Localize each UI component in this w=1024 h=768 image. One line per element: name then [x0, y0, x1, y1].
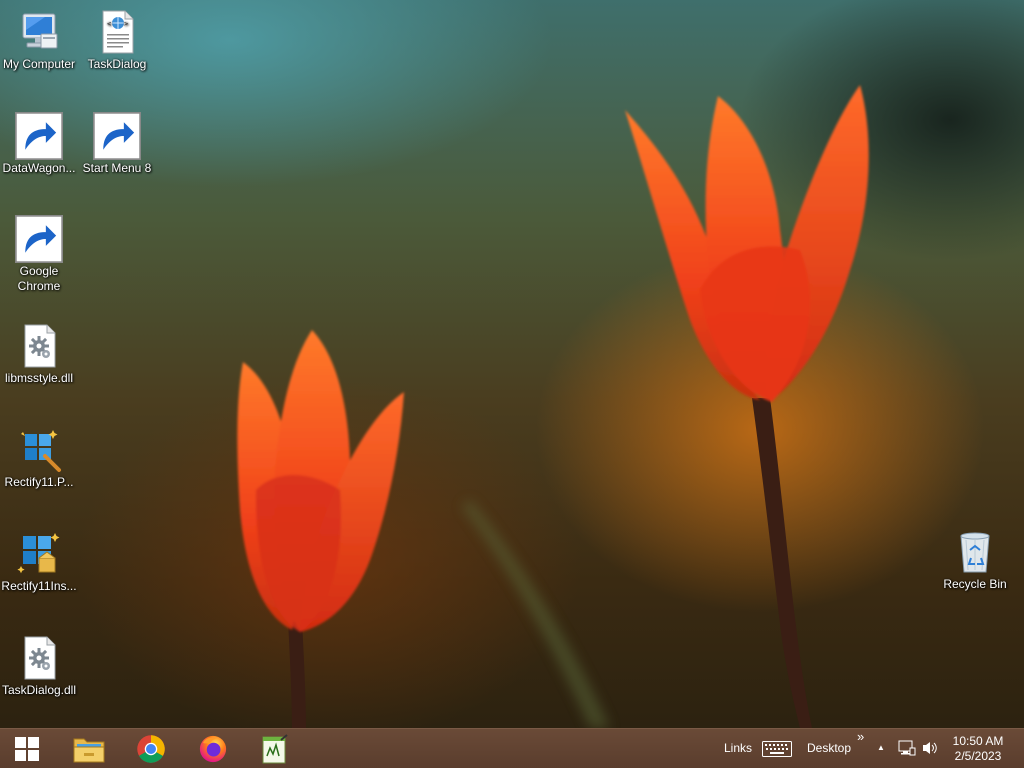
desktop-icon-label: Google Chrome — [17, 264, 61, 293]
desktop-toolbar[interactable]: Desktop — [807, 741, 851, 755]
desktop-icon-label: Rectify11Ins... — [1, 579, 77, 593]
datawagon-icon — [15, 112, 63, 160]
desktop-icon-datawagon[interactable]: DataWagon... — [0, 112, 78, 176]
desktop-icon-google-chrome[interactable]: Google Chrome — [0, 215, 78, 294]
windows-logo-icon — [15, 737, 39, 761]
desktop-icon-taskdialog-dll[interactable]: TaskDialog.dll — [0, 634, 78, 698]
taskbar-notepad-button[interactable] — [252, 731, 298, 767]
shortcut-arrow-icon — [15, 215, 63, 263]
tray-show-hidden-icons[interactable]: ▲ — [877, 743, 885, 752]
svg-text:>: > — [124, 20, 128, 28]
desktop-icon-label: My Computer — [2, 57, 76, 71]
shortcut-arrow-icon — [93, 112, 141, 160]
recycle-bin-icon — [951, 528, 999, 576]
chrome-icon — [15, 215, 63, 263]
wallpaper-tulips — [237, 85, 869, 728]
desktop-icon-label: libmsstyle.dll — [4, 371, 73, 385]
desktop-icon-libmsstyle[interactable]: libmsstyle.dll — [0, 322, 78, 386]
taskbar-file-explorer-button[interactable] — [66, 731, 112, 767]
desktop-icon-label: TaskDialog — [87, 57, 147, 71]
dll-file-icon — [15, 322, 63, 370]
rectify11-installer-icon — [15, 530, 63, 578]
desktop-icon-label: Rectify11.P... — [4, 475, 74, 489]
tray-clock[interactable]: 10:50 AM 2/5/2023 — [948, 734, 1008, 764]
clock-time: 10:50 AM — [952, 734, 1004, 748]
keyboard-icon — [762, 741, 792, 757]
desktop-icon-label: Recycle Bin — [943, 577, 1007, 591]
firefox-icon — [199, 735, 227, 763]
rectify11-patcher-icon — [15, 426, 63, 474]
desktop[interactable]: My Computer < > TaskDialog DataWagon... … — [0, 0, 1024, 728]
start-button[interactable] — [4, 731, 50, 767]
computer-icon — [15, 8, 63, 56]
desktop-icon-label: Start Menu 8 — [82, 161, 152, 175]
toolbar-overflow-chevron[interactable]: » — [857, 729, 864, 744]
folder-icon — [73, 738, 105, 763]
desktop-icon-taskdialog[interactable]: < > TaskDialog — [78, 8, 156, 72]
dll-file-icon — [15, 634, 63, 682]
tray-volume[interactable] — [921, 740, 939, 761]
clock-date: 2/5/2023 — [954, 749, 1002, 763]
taskbar-firefox-button[interactable] — [190, 731, 236, 767]
touch-keyboard-button[interactable] — [762, 741, 792, 762]
desktop-icon-label: DataWagon... — [2, 161, 76, 175]
desktop-icon-my-computer[interactable]: My Computer — [0, 8, 78, 72]
windows-orb-icon — [93, 112, 141, 160]
desktop-icon-rectify11-patcher[interactable]: Rectify11.P... — [0, 426, 78, 490]
svg-text:<: < — [107, 20, 111, 28]
notepad-icon — [262, 734, 288, 764]
shortcut-arrow-icon — [15, 112, 63, 160]
speaker-icon — [923, 742, 937, 754]
taskbar: Links Desktop » ▲ 10:50 AM 2/5/2023 — [0, 728, 1024, 768]
web-document-icon: < > — [93, 8, 141, 56]
tray-network[interactable] — [898, 740, 916, 761]
desktop-icon-rectify11-installer[interactable]: Rectify11Ins... — [0, 530, 78, 594]
links-toolbar[interactable]: Links — [724, 741, 752, 755]
chrome-icon — [137, 735, 165, 763]
taskbar-chrome-button[interactable] — [128, 731, 174, 767]
desktop-icon-label: TaskDialog.dll — [1, 683, 77, 697]
desktop-icon-recycle-bin[interactable]: Recycle Bin — [936, 528, 1014, 592]
desktop-icon-start-menu-8[interactable]: Start Menu 8 — [78, 112, 156, 176]
network-icon — [898, 740, 916, 756]
